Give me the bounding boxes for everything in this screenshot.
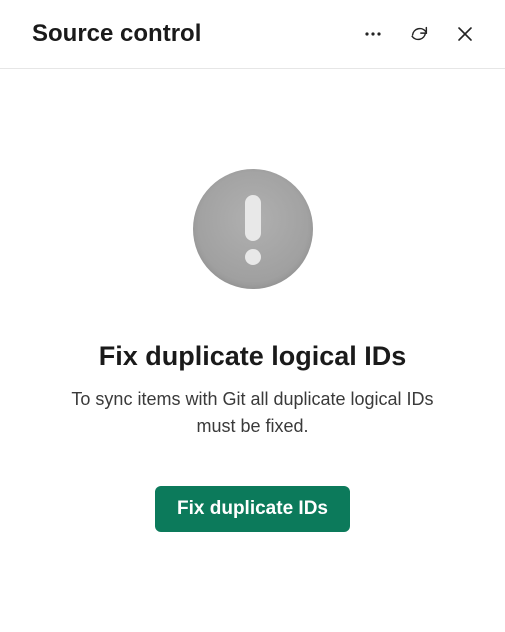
panel-header: Source control (0, 0, 505, 69)
empty-state-title: Fix duplicate logical IDs (99, 341, 407, 372)
header-actions (361, 22, 477, 46)
empty-state-body: To sync items with Git all duplicate log… (53, 386, 453, 440)
more-options-icon[interactable] (361, 22, 385, 46)
panel-title: Source control (32, 20, 201, 48)
alert-icon (193, 169, 313, 289)
close-icon[interactable] (453, 22, 477, 46)
fix-duplicate-ids-button[interactable]: Fix duplicate IDs (155, 486, 350, 532)
empty-state: Fix duplicate logical IDs To sync items … (0, 69, 505, 532)
refresh-icon[interactable] (407, 22, 431, 46)
